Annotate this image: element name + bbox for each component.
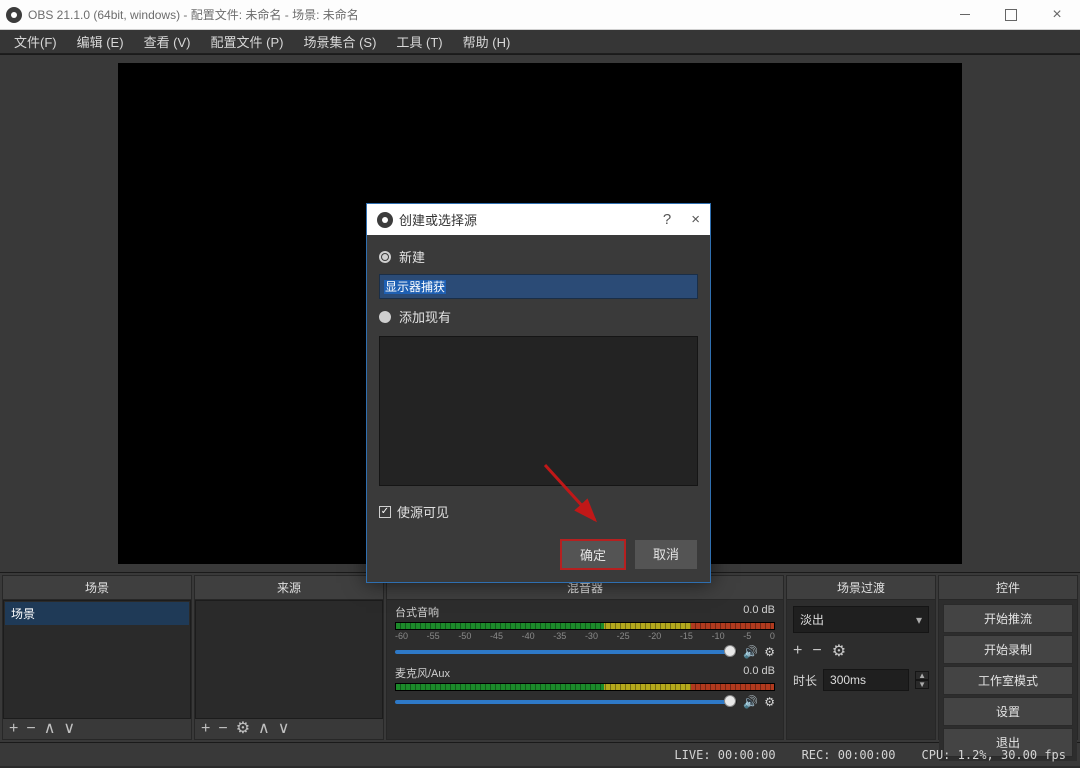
visible-checkbox-label: 使源可见 <box>397 502 449 521</box>
radio-icon <box>379 251 391 263</box>
panel-mixer: 混音器 台式音响 0.0 dB -60-55-50-45-40-35-30-25… <box>386 575 784 740</box>
mixer-mic-settings-icon[interactable] <box>764 695 775 709</box>
panel-controls-header: 控件 <box>939 576 1077 600</box>
scene-down-button[interactable] <box>63 721 75 737</box>
mixer-row-mic: 麦克风/Aux 0.0 dB <box>395 665 775 709</box>
cancel-button[interactable]: 取消 <box>634 539 698 570</box>
mixer-mic-level: 0.0 dB <box>743 665 775 681</box>
status-rec: REC: 00:00:00 <box>802 748 896 762</box>
panel-scenes-header: 场景 <box>3 576 191 600</box>
chevron-down-icon <box>916 613 922 627</box>
studio-mode-button[interactable]: 工作室模式 <box>943 666 1073 695</box>
panel-controls: 控件 开始推流 开始录制 工作室模式 设置 退出 <box>938 575 1078 740</box>
dialog-close-button[interactable]: × <box>691 211 700 228</box>
start-streaming-button[interactable]: 开始推流 <box>943 604 1073 633</box>
mixer-mic-slider[interactable] <box>395 700 737 704</box>
status-live: LIVE: 00:00:00 <box>674 748 775 762</box>
menu-scene-collection[interactable]: 场景集合 (S) <box>293 32 386 51</box>
dock: 场景 场景 + − 来源 + − 混音器 台式音响 <box>0 572 1080 742</box>
transition-add-button[interactable]: + <box>793 643 802 659</box>
mixer-desktop-label: 台式音响 <box>395 604 439 620</box>
transition-type-value: 淡出 <box>800 611 824 628</box>
window-title: OBS 21.1.0 (64bit, windows) - 配置文件: 未命名 … <box>28 6 359 23</box>
dialog-title: 创建或选择源 <box>399 210 477 229</box>
source-name-input[interactable]: 显示器捕获 <box>379 274 698 299</box>
source-settings-button[interactable] <box>236 721 250 737</box>
menu-profiles[interactable]: 配置文件 (P) <box>201 32 294 51</box>
window-titlebar: OBS 21.1.0 (64bit, windows) - 配置文件: 未命名 … <box>0 0 1080 30</box>
panel-transitions: 场景过渡 淡出 + − 时长 300ms ▲▼ <box>786 575 936 740</box>
panel-transitions-header: 场景过渡 <box>787 576 935 600</box>
existing-sources-list[interactable] <box>379 336 698 486</box>
transition-settings-button[interactable] <box>832 641 846 661</box>
start-recording-button[interactable]: 开始录制 <box>943 635 1073 664</box>
checkbox-icon: ✓ <box>379 506 391 518</box>
mixer-desktop-settings-icon[interactable] <box>764 645 775 659</box>
settings-button[interactable]: 设置 <box>943 697 1073 726</box>
mixer-desktop-slider[interactable] <box>395 650 737 654</box>
radio-new-label: 新建 <box>399 247 425 266</box>
dialog-titlebar: 创建或选择源 ? × <box>367 204 710 235</box>
menu-view[interactable]: 查看 (V) <box>134 32 201 51</box>
mixer-row-desktop: 台式音响 0.0 dB -60-55-50-45-40-35-30-25-20-… <box>395 604 775 659</box>
status-cpu: CPU: 1.2%, 30.00 fps <box>922 748 1067 762</box>
window-close-button[interactable]: × <box>1034 0 1080 29</box>
scene-item[interactable]: 场景 <box>5 602 189 625</box>
transition-duration-input[interactable]: 300ms <box>823 669 909 691</box>
create-source-dialog: 创建或选择源 ? × 新建 显示器捕获 添加现有 ✓ 使源可见 确定 取消 <box>366 203 711 583</box>
window-maximize-button[interactable] <box>988 0 1034 29</box>
scene-remove-button[interactable]: − <box>26 721 35 737</box>
menu-file[interactable]: 文件(F) <box>4 32 67 51</box>
source-down-button[interactable] <box>278 721 290 737</box>
visible-checkbox[interactable]: ✓ 使源可见 <box>379 502 698 521</box>
ok-button[interactable]: 确定 <box>560 539 626 570</box>
menu-tools[interactable]: 工具 (T) <box>386 32 452 51</box>
radio-existing-label: 添加现有 <box>399 307 451 326</box>
menu-edit[interactable]: 编辑 (E) <box>67 32 134 51</box>
dialog-help-button[interactable]: ? <box>663 211 671 228</box>
radio-existing[interactable]: 添加现有 <box>379 307 698 326</box>
menu-help[interactable]: 帮助 (H) <box>453 32 521 51</box>
statusbar: LIVE: 00:00:00 REC: 00:00:00 CPU: 1.2%, … <box>0 742 1080 766</box>
panel-scenes: 场景 场景 + − <box>2 575 192 740</box>
mixer-desktop-meter <box>395 622 775 630</box>
radio-new[interactable]: 新建 <box>379 247 698 266</box>
source-up-button[interactable] <box>258 721 270 737</box>
speaker-icon[interactable] <box>743 645 758 659</box>
scene-up-button[interactable] <box>44 721 56 737</box>
scene-add-button[interactable]: + <box>9 721 18 737</box>
radio-icon <box>379 311 391 323</box>
source-remove-button[interactable]: − <box>218 721 227 737</box>
panel-sources-header: 来源 <box>195 576 383 600</box>
mixer-desktop-level: 0.0 dB <box>743 604 775 620</box>
sources-list[interactable] <box>195 600 383 719</box>
speaker-icon[interactable] <box>743 695 758 709</box>
transition-remove-button[interactable]: − <box>812 643 821 659</box>
transition-duration-label: 时长 <box>793 672 817 689</box>
dialog-icon <box>377 212 393 228</box>
menubar: 文件(F) 编辑 (E) 查看 (V) 配置文件 (P) 场景集合 (S) 工具… <box>0 30 1080 54</box>
source-add-button[interactable]: + <box>201 721 210 737</box>
scenes-list[interactable]: 场景 <box>3 600 191 719</box>
transition-duration-stepper[interactable]: ▲▼ <box>915 671 929 689</box>
transition-type-select[interactable]: 淡出 <box>793 606 929 633</box>
mixer-mic-label: 麦克风/Aux <box>395 665 450 681</box>
app-icon <box>6 7 22 23</box>
window-minimize-button[interactable] <box>942 0 988 29</box>
panel-sources: 来源 + − <box>194 575 384 740</box>
mixer-ticks: -60-55-50-45-40-35-30-25-20-15-10-50 <box>395 631 775 641</box>
mixer-mic-meter <box>395 683 775 691</box>
